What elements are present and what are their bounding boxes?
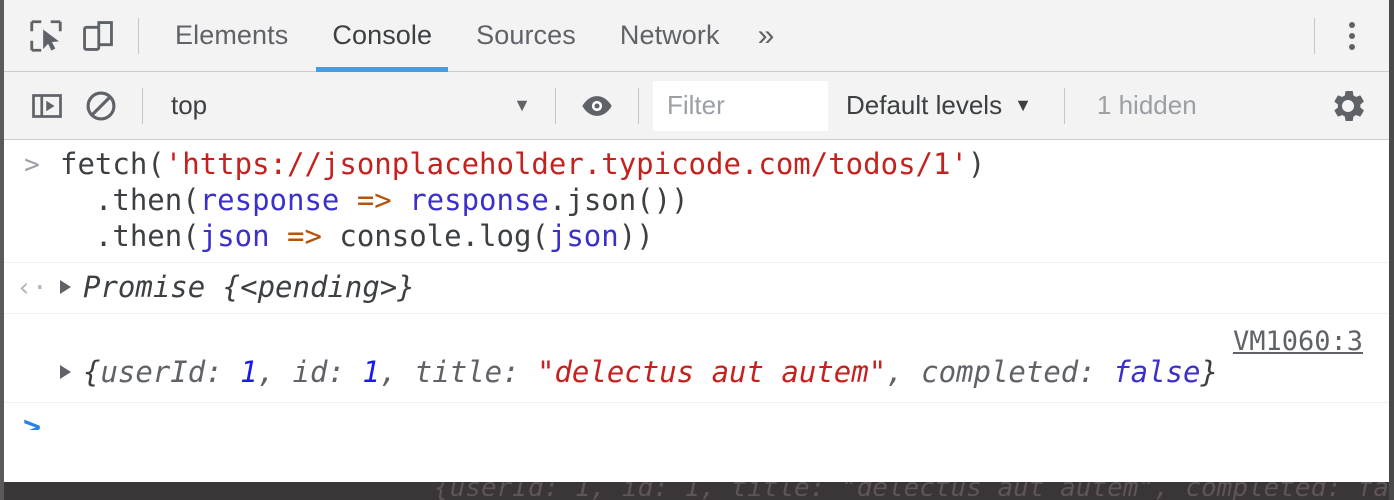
console-prompt-input[interactable] xyxy=(60,413,1389,430)
code-then2-param: json xyxy=(199,219,270,253)
tab-sources[interactable]: Sources xyxy=(454,0,598,72)
chevron-double-right-icon: » xyxy=(757,18,775,52)
tab-console[interactable]: Console xyxy=(310,0,454,72)
object-value-userid: 1 xyxy=(240,355,258,389)
result-arrow-icon: ‹· xyxy=(16,273,48,303)
code-url-string: 'https://jsonplaceholder.typicode.com/to… xyxy=(164,147,968,181)
kebab-dot xyxy=(1349,43,1355,50)
tabbar-right-divider xyxy=(1314,17,1315,54)
code-then1-arrow: => xyxy=(339,183,410,217)
toolbar-divider xyxy=(638,87,639,124)
clipped-bottom-text: {userId: 1, id: 1, title: "delectus aut … xyxy=(434,482,1389,500)
console-prompt-row[interactable]: > xyxy=(4,402,1389,430)
code-then1-body-var: response xyxy=(409,183,549,217)
clear-console-icon xyxy=(83,88,119,124)
code-then1-body-rest: .json()) xyxy=(548,183,689,217)
object-key-userid: userId: xyxy=(100,355,241,389)
live-expression-eye-icon xyxy=(579,88,615,124)
toolbar-divider xyxy=(142,87,143,124)
tab-elements[interactable]: Elements xyxy=(153,0,310,72)
object-separator: , xyxy=(379,355,415,389)
console-message-list[interactable]: > fetch('https://jsonplaceholder.typicod… xyxy=(4,140,1389,430)
toolbar-divider xyxy=(1063,87,1065,124)
devtools-tabbar: Elements Console Sources Network » xyxy=(4,0,1389,72)
object-key-id: id: xyxy=(292,355,363,389)
clipped-bottom-row: {userId: 1, id: 1, title: "delectus aut … xyxy=(4,482,1389,500)
console-sidebar-icon xyxy=(29,88,65,124)
object-value-id: 1 xyxy=(362,355,380,389)
inspect-cursor-icon xyxy=(27,17,65,55)
tab-network[interactable]: Network xyxy=(598,0,742,72)
hidden-messages-count[interactable]: 1 hidden xyxy=(1079,90,1215,121)
object-separator: , xyxy=(257,355,293,389)
object-key-title: title: xyxy=(414,355,537,389)
tab-sources-label: Sources xyxy=(476,20,576,50)
log-gutter-spacer xyxy=(4,320,60,326)
chevron-down-icon: ▼ xyxy=(513,95,531,115)
execution-context-selector[interactable]: top ▼ xyxy=(157,83,541,129)
code-then2-body-rest: console.log( xyxy=(339,219,549,253)
chevron-down-icon: ▼ xyxy=(1014,95,1032,115)
tab-console-label: Console xyxy=(332,20,433,50)
log-levels-selector[interactable]: Default levels ▼ xyxy=(828,90,1050,121)
more-tabs-button[interactable]: » xyxy=(742,0,791,72)
devtools-window: Elements Console Sources Network » top ▼… xyxy=(0,0,1394,500)
toolbar-divider xyxy=(555,87,556,124)
console-sidebar-button[interactable] xyxy=(20,79,74,133)
object-value-completed: false xyxy=(1113,355,1201,389)
tab-network-label: Network xyxy=(619,20,720,50)
device-toolbar-button[interactable] xyxy=(72,10,124,62)
code-fetch-call: fetch( xyxy=(60,147,165,181)
kebab-dot xyxy=(1349,32,1355,39)
console-input-code: fetch('https://jsonplaceholder.typicode.… xyxy=(60,146,985,254)
object-key-completed: completed: xyxy=(921,355,1114,389)
console-toolbar: top ▼ Filter Default levels ▼ 1 hidden xyxy=(4,72,1389,140)
live-expression-button[interactable] xyxy=(570,79,624,133)
code-then1-pre: .then( xyxy=(60,183,200,217)
prompt-chevron-icon: > xyxy=(22,410,42,431)
main-menu-button[interactable] xyxy=(1329,10,1375,62)
console-result-entry[interactable]: ‹· Promise {<pending>} xyxy=(4,263,1389,314)
console-input-entry[interactable]: > fetch('https://jsonplaceholder.typicod… xyxy=(4,140,1389,263)
disclosure-triangle-icon[interactable] xyxy=(60,365,71,379)
toolbar-right-group xyxy=(1321,79,1389,133)
kebab-dot xyxy=(1349,21,1355,28)
console-log-object[interactable]: {userId: 1, id: 1, title: "delectus aut … xyxy=(60,354,1389,390)
code-then2-arrow: => xyxy=(269,219,340,253)
device-toolbar-icon xyxy=(79,17,117,55)
object-open-brace: { xyxy=(83,355,101,389)
promise-value-label: Promise {<pending>} xyxy=(83,270,415,304)
object-separator: , xyxy=(886,355,922,389)
hidden-messages-label: 1 hidden xyxy=(1096,90,1197,120)
tab-elements-label: Elements xyxy=(175,20,289,50)
inspect-element-button[interactable] xyxy=(20,10,72,62)
filter-input[interactable]: Filter xyxy=(653,80,828,131)
settings-gear-icon xyxy=(1328,86,1368,126)
execution-context-label: top xyxy=(171,90,208,120)
code-then1-param: response xyxy=(199,183,340,217)
clear-console-button[interactable] xyxy=(74,79,128,133)
input-prompt-icon: > xyxy=(24,150,40,180)
settings-button[interactable] xyxy=(1321,79,1375,133)
disclosure-triangle-icon[interactable] xyxy=(60,280,71,294)
code-then2-body-var: json xyxy=(548,219,619,253)
source-location-link[interactable]: VM1060:3 xyxy=(1233,326,1363,357)
code-then2-pre: .then( xyxy=(60,219,200,253)
console-log-entry[interactable]: VM1060:3 {userId: 1, id: 1, title: "dele… xyxy=(4,314,1389,398)
object-close-brace: } xyxy=(1200,355,1218,389)
console-result-value[interactable]: Promise {<pending>} xyxy=(60,269,415,305)
toolbar-divider xyxy=(138,17,139,54)
code-paren-close: ) xyxy=(967,147,986,181)
object-value-title: "delectus aut autem" xyxy=(537,355,887,389)
log-levels-label: Default levels xyxy=(846,90,1003,120)
filter-placeholder: Filter xyxy=(667,90,725,120)
tabbar-right-group xyxy=(1300,0,1389,72)
code-then2-close: )) xyxy=(618,219,654,253)
